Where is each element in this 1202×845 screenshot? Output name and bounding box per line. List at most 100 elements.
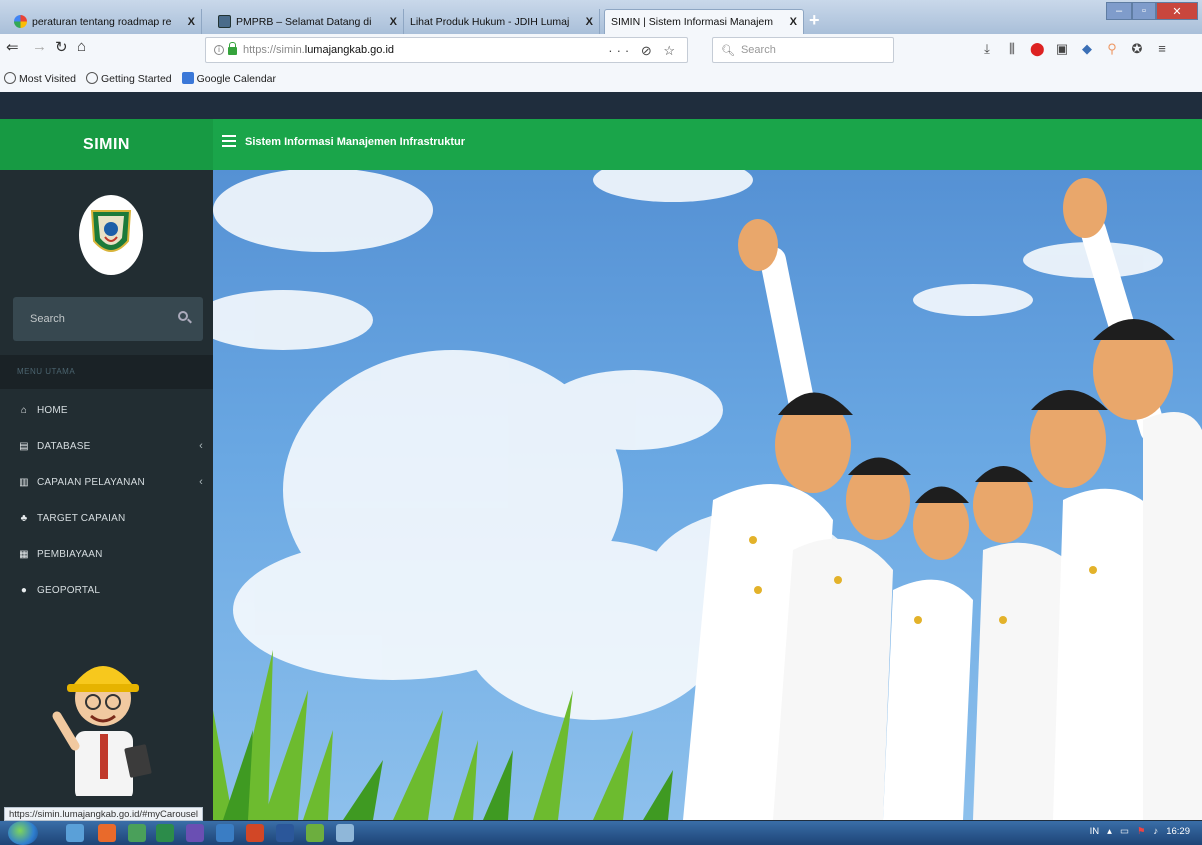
- hamburger-menu-icon[interactable]: [222, 135, 236, 147]
- sidebar-item-pembiayaan[interactable]: ▦ PEMBIAYAAN: [0, 536, 213, 572]
- brand-logo[interactable]: SIMIN: [0, 119, 213, 170]
- sidebar-search-placeholder: Search: [30, 313, 65, 325]
- extension-icon[interactable]: ◆: [1080, 42, 1094, 56]
- calendar-icon: [181, 72, 194, 84]
- site-title: Sistem Informasi Manajemen Infrastruktur: [245, 136, 466, 148]
- search-extension-icon[interactable]: ⚲: [1105, 42, 1119, 56]
- word-taskbar-icon[interactable]: [276, 824, 294, 842]
- browser-nav-bar: ⇐ → ↻ ⌂ i https://simin. lumajangkab.go.i…: [0, 34, 1202, 92]
- tab-peraturan[interactable]: peraturan tentang roadmap re X: [8, 9, 202, 34]
- bookmark-label: Getting Started: [101, 73, 172, 85]
- sidebar-item-target-capaian[interactable]: ♣ TARGET CAPAIAN: [0, 500, 213, 536]
- network-icon[interactable]: ▭: [1120, 826, 1129, 837]
- sidebar-item-capaian-pelayanan[interactable]: ▥ CAPAIAN PELAYANAN ‹: [0, 464, 213, 500]
- volume-icon[interactable]: ♪: [1153, 826, 1158, 837]
- onenote-taskbar-icon[interactable]: [186, 824, 204, 842]
- status-url: https://simin.lumajangkab.go.id/#myCarou…: [4, 807, 204, 821]
- window-controls: ‒ ▫ ✕: [1106, 2, 1198, 20]
- app-taskbar-icon[interactable]: [306, 824, 324, 842]
- google-icon: [14, 15, 27, 28]
- firefox-icon: [86, 72, 98, 84]
- search-icon[interactable]: [178, 311, 188, 321]
- sidebar-item-label: TARGET CAPAIAN: [37, 512, 126, 524]
- database-icon: ▤: [19, 440, 29, 452]
- hero-carousel[interactable]: [213, 170, 1202, 820]
- tab-pmprb[interactable]: PMPRB – Selamat Datang di X: [212, 9, 404, 34]
- chart-icon: ▥: [19, 476, 29, 488]
- url-bar[interactable]: i https://simin. lumajangkab.go.id ··· ⊘ …: [205, 37, 688, 63]
- close-tab-icon[interactable]: X: [188, 16, 195, 28]
- firefox-taskbar-icon[interactable]: [98, 824, 116, 842]
- reload-button[interactable]: ↻: [55, 38, 68, 56]
- url-domain: lumajangkab.go.id: [304, 44, 395, 56]
- app-taskbar-icon-2[interactable]: [336, 824, 354, 842]
- sidebar-item-label: CAPAIAN PELAYANAN: [37, 476, 145, 488]
- sidebar-icon[interactable]: ▣: [1055, 42, 1069, 56]
- bookmark-google-calendar[interactable]: Google Calendar: [181, 72, 277, 85]
- clock[interactable]: 16:29: [1166, 826, 1190, 837]
- bookmark-most-visited[interactable]: Most Visited: [4, 72, 76, 85]
- sidebar-item-database[interactable]: ▤ DATABASE ‹: [0, 428, 213, 464]
- sidebar-item-label: GEOPORTAL: [37, 584, 101, 596]
- extension-icon-2[interactable]: ✪: [1130, 42, 1144, 56]
- close-tab-icon[interactable]: X: [586, 16, 593, 28]
- flag-icon[interactable]: ⚑: [1137, 826, 1146, 837]
- browser-search-input[interactable]: 🔍︎ Search: [712, 37, 894, 63]
- maximize-button[interactable]: ▫: [1132, 2, 1156, 20]
- new-tab-button[interactable]: +: [809, 10, 820, 31]
- info-icon[interactable]: i: [214, 45, 224, 55]
- menu-header: MENU UTAMA: [0, 355, 213, 389]
- tab-title: PMPRB – Selamat Datang di: [236, 15, 372, 28]
- search-icon: 🔍︎: [721, 44, 735, 57]
- toolbar-icons: ⤓ ⫼ ⬤ ▣ ◆ ⚲ ✪ ≡: [980, 42, 1169, 56]
- tab-simin[interactable]: SIMIN | Sistem Informasi Manajem X: [604, 9, 804, 34]
- tray-arrow-icon[interactable]: ▴: [1107, 826, 1112, 837]
- close-tab-icon[interactable]: X: [390, 16, 397, 28]
- download-icon[interactable]: ⤓: [980, 42, 994, 56]
- explorer-taskbar-icon[interactable]: [66, 824, 84, 842]
- windows-taskbar: IN ▴ ▭ ⚑ ♪ 16:29: [0, 821, 1202, 845]
- site-header: SIMIN Sistem Informasi Manajemen Infrast…: [0, 119, 1202, 170]
- sidebar-item-geoportal[interactable]: ● GEOPORTAL: [0, 572, 213, 608]
- close-window-button[interactable]: ✕: [1156, 2, 1198, 20]
- search-placeholder: Search: [740, 44, 776, 56]
- chevron-left-icon: ‹: [199, 476, 203, 488]
- system-tray: IN ▴ ▭ ⚑ ♪ 16:29: [1090, 826, 1190, 837]
- home-icon: ⌂: [20, 404, 28, 416]
- bookmark-getting-started[interactable]: Getting Started: [86, 72, 172, 85]
- sidebar: Search MENU UTAMA ⌂ HOME ▤ DATABASE ‹ ▥ …: [0, 170, 213, 820]
- tab-jdih[interactable]: Lihat Produk Hukum - JDIH Lumaj X: [404, 9, 600, 34]
- powerpoint-taskbar-icon[interactable]: [246, 824, 264, 842]
- adblock-icon[interactable]: ⬤: [1030, 42, 1045, 56]
- close-tab-icon[interactable]: X: [790, 16, 797, 28]
- users-icon: ♣: [20, 512, 28, 524]
- home-button[interactable]: ⌂: [77, 38, 86, 55]
- menu-icon[interactable]: ≡: [1155, 42, 1169, 56]
- back-button[interactable]: ⇐: [6, 38, 19, 56]
- forward-button[interactable]: →: [32, 38, 47, 55]
- excel-taskbar-icon[interactable]: [156, 824, 174, 842]
- bookmarks-bar: Most Visited Getting Started Google Cale…: [4, 72, 276, 85]
- sidebar-item-label: PEMBIAYAAN: [37, 548, 103, 560]
- page-actions-icon[interactable]: ··· ⊘ ☆: [608, 43, 679, 59]
- tab-title: Lihat Produk Hukum - JDIH Lumaj: [410, 15, 570, 28]
- lumajang-emblem-logo: [79, 195, 143, 275]
- carousel-indicator[interactable]: [696, 772, 706, 782]
- sidebar-search-input[interactable]: Search: [13, 297, 203, 341]
- chrome-taskbar-icon[interactable]: [128, 824, 146, 842]
- sidebar-item-label: DATABASE: [37, 440, 91, 452]
- carousel-slide-image: [213, 170, 1202, 820]
- lock-icon: [228, 42, 237, 55]
- tab-title: SIMIN | Sistem Informasi Manajem: [611, 16, 774, 28]
- bookmark-label: Most Visited: [19, 73, 76, 85]
- minimize-button[interactable]: ‒: [1106, 2, 1132, 20]
- library-icon[interactable]: ⫼: [1005, 42, 1019, 56]
- gear-icon: [4, 72, 16, 84]
- sidebar-item-home[interactable]: ⌂ HOME: [0, 392, 213, 428]
- chevron-left-icon: ‹: [199, 440, 203, 452]
- bookmark-label: Google Calendar: [196, 73, 277, 85]
- language-indicator[interactable]: IN: [1090, 826, 1100, 837]
- start-button[interactable]: [8, 821, 38, 845]
- table-icon: ▦: [19, 548, 29, 560]
- outlook-taskbar-icon[interactable]: [216, 824, 234, 842]
